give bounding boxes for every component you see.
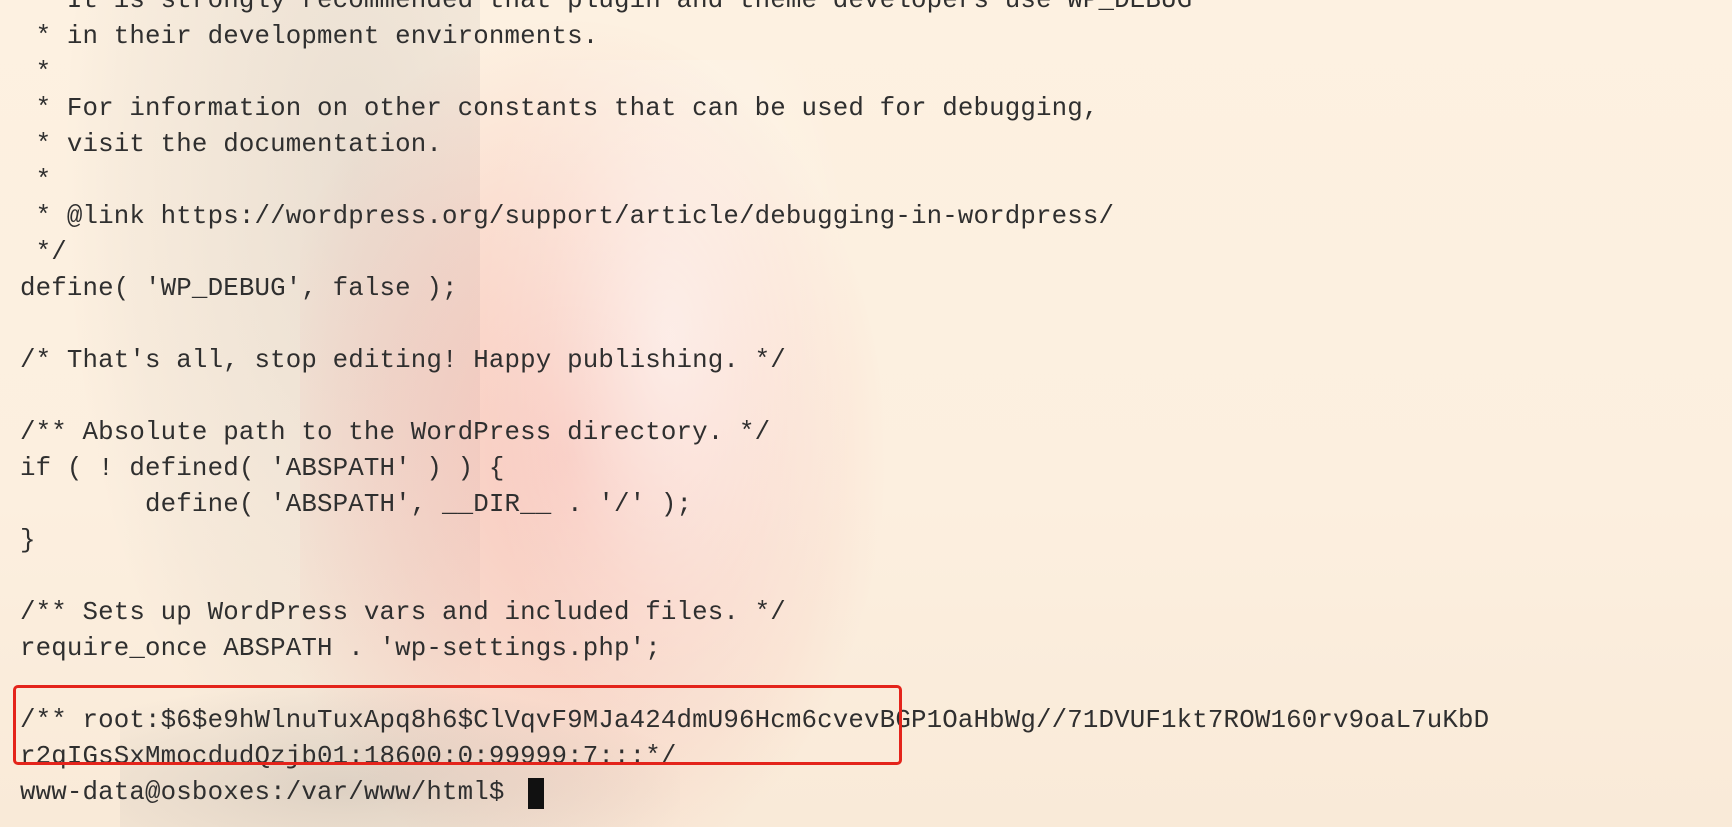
text-cursor xyxy=(528,777,545,809)
code-line: * visit the documentation. xyxy=(20,130,443,159)
terminal-window[interactable]: * It is strongly recommended that plugin… xyxy=(0,0,1732,827)
code-line: * xyxy=(20,58,52,87)
code-line: * xyxy=(20,166,52,195)
terminal-output: * It is strongly recommended that plugin… xyxy=(20,0,1489,811)
code-line: define( 'ABSPATH', __DIR__ . '/' ); xyxy=(20,490,693,519)
hash-comment-line: r2qIGsSxMmocdudQzjb01:18600:0:99999:7:::… xyxy=(20,742,677,771)
code-line: * @link https://wordpress.org/support/ar… xyxy=(20,202,1115,231)
code-line: * It is strongly recommended that plugin… xyxy=(20,0,1193,15)
code-line: define( 'WP_DEBUG', false ); xyxy=(20,274,458,303)
code-line: */ xyxy=(20,238,67,267)
code-line: } xyxy=(20,526,36,555)
code-line: if ( ! defined( 'ABSPATH' ) ) { xyxy=(20,454,505,483)
shell-prompt-line[interactable]: www-data@osboxes:/var/www/html$ xyxy=(20,775,1489,811)
shell-prompt: www-data@osboxes:/var/www/html$ xyxy=(20,778,521,807)
code-line: /** Absolute path to the WordPress direc… xyxy=(20,418,771,447)
code-line: require_once ABSPATH . 'wp-settings.php'… xyxy=(20,634,661,663)
code-line: * in their development environments. xyxy=(20,22,599,51)
code-line: /* That's all, stop editing! Happy publi… xyxy=(20,346,786,375)
code-line: * For information on other constants tha… xyxy=(20,94,1099,123)
code-line: /** Sets up WordPress vars and included … xyxy=(20,598,786,627)
hash-comment-line: /** root:$6$e9hWlnuTuxApq8h6$ClVqvF9MJa4… xyxy=(20,706,1490,735)
